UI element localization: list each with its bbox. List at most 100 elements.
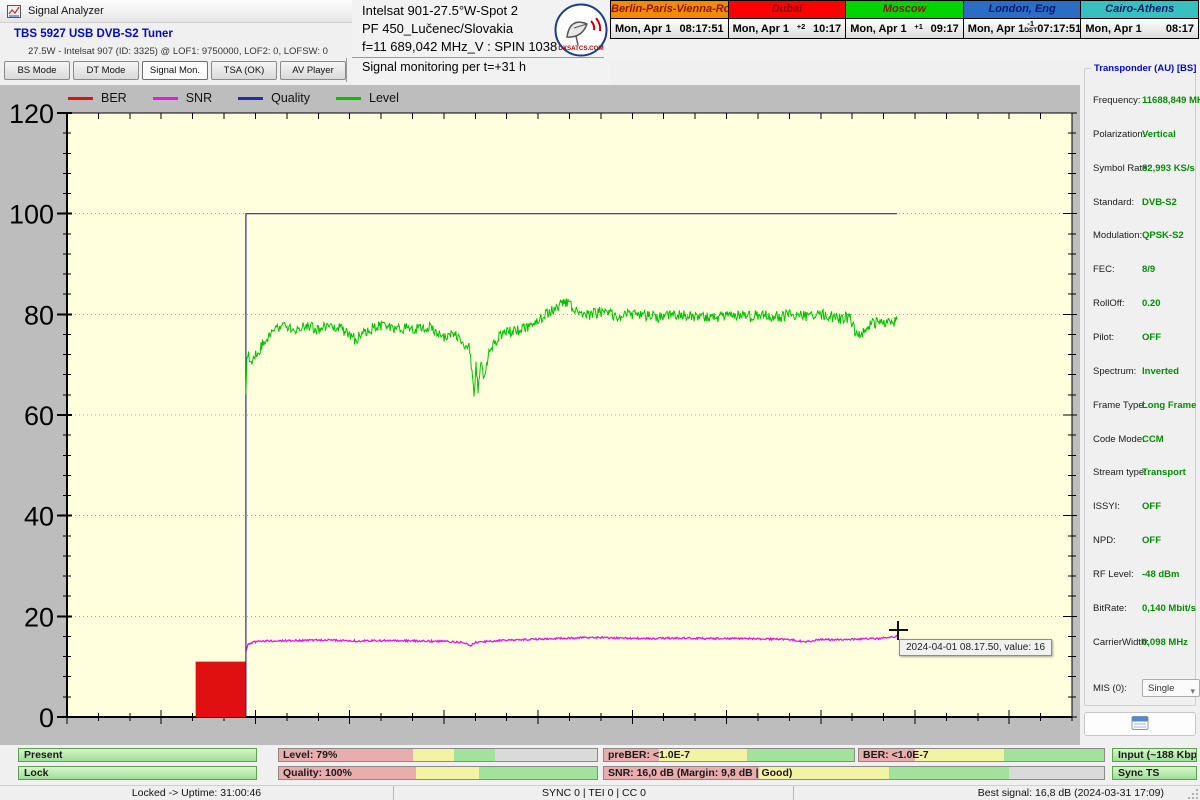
tuner-panel: TBS 5927 USB DVB-S2 Tuner 27.5W - Intels… — [0, 22, 352, 85]
field-label: ISSYI: — [1093, 501, 1120, 512]
app-icon — [7, 4, 22, 24]
svg-text:0: 0 — [39, 703, 54, 733]
clock-time: 08:17 — [1166, 23, 1194, 35]
transponder-field-rolloff: RollOff:0.20 — [1093, 298, 1193, 309]
clock-time: 10:17 — [813, 23, 841, 35]
transponder-field-frequency: Frequency:11688,849 MHz — [1093, 95, 1193, 106]
monitoring-caption: Signal monitoring per t=+31 h — [362, 60, 526, 74]
legend-item-ber: BER — [68, 91, 127, 105]
level-meter: Level: 79% — [278, 748, 598, 762]
clock-time: 09:17 — [931, 23, 959, 35]
transponder-field-symbol-rate: Symbol Rate:82,993 KS/s — [1093, 163, 1193, 174]
clock-date: Mon, Apr 1 — [615, 23, 671, 35]
site-name: PF 450_Lučenec/Slovakia — [362, 21, 513, 36]
transponder-field-stream-type: Stream type:Transport — [1093, 467, 1193, 478]
best-signal-status: Best signal: 16,8 dB (2024-03-31 17:09) — [793, 786, 1180, 800]
field-label: Stream type: — [1093, 467, 1147, 478]
meter-segment — [1004, 749, 1104, 761]
uptime-status: Locked -> Uptime: 31:00:46 — [0, 786, 393, 800]
preber-meter: preBER: <1.0E-7 — [603, 748, 855, 762]
clock-city: Cairo-Athens — [1081, 1, 1198, 19]
meter-segment — [747, 749, 855, 761]
sync-ts-indicator: Sync TS — [1112, 766, 1197, 780]
field-label: FEC: — [1093, 264, 1115, 275]
field-value: -48 dBm — [1142, 569, 1179, 580]
clock-time-row: Mon, Apr 1 08:17 — [1081, 19, 1198, 38]
transponder-field-standard: Standard: DVB-S2 — [1093, 197, 1193, 208]
clock-time-row: Mon, Apr 1-1DST07:17:51 — [964, 19, 1081, 38]
field-label: RF Level: — [1093, 569, 1134, 580]
transponder-field-code-mode: Code Mode:CCM — [1093, 434, 1193, 445]
transponder-groupbox: Transponder (AU) [BS] Frequency:11688,84… — [1084, 68, 1196, 706]
legend-label: BER — [101, 91, 127, 105]
transponder-field-modulation: Modulation:QPSK-S2 — [1093, 230, 1193, 241]
meter-segment — [889, 767, 1009, 779]
resize-grip[interactable] — [1187, 788, 1199, 800]
tab-tsa-ok[interactable]: TSA (OK) — [211, 61, 277, 80]
chart-legend: BER SNR Quality Level — [68, 90, 399, 106]
field-value: OFF — [1142, 501, 1161, 512]
field-label: Pilot: — [1093, 332, 1114, 343]
meter-segment — [479, 767, 597, 779]
field-value: OFF — [1142, 535, 1161, 546]
tab-bar: BS ModeDT ModeSignal Mon.TSA (OK)AV Play… — [4, 61, 346, 80]
clock-date: Mon, Apr 1 — [733, 23, 789, 35]
legend-label: Level — [369, 91, 399, 105]
clock-city: Berlin-Paris-Vienna-Roma — [611, 1, 728, 19]
field-label: Frame Type: — [1093, 400, 1146, 411]
field-label: Modulation: — [1093, 230, 1142, 241]
transponder-field-spectrum: Spectrum:Inverted — [1093, 366, 1193, 377]
snr-meter: SNR: 16,0 dB (Margin: 9,8 dB | Good) — [603, 766, 1105, 780]
mis-label: MIS (0): — [1093, 683, 1127, 694]
legend-swatch — [153, 97, 178, 100]
clock-time: 08:17:51 — [680, 23, 724, 35]
svg-text:80: 80 — [24, 300, 54, 330]
field-value: 8/9 — [1142, 264, 1155, 275]
mis-value: Single — [1148, 683, 1174, 694]
filler — [610, 39, 1200, 60]
legend-label: Quality — [271, 91, 310, 105]
field-label: Standard: — [1093, 197, 1134, 208]
meter-segment — [454, 749, 495, 761]
utc-offset: -1DST — [1024, 20, 1037, 34]
status-bar: Locked -> Uptime: 31:00:46 SYNC 0 | TEI … — [0, 785, 1200, 800]
clock-time-row: Mon, Apr 1+210:17 — [729, 19, 846, 38]
legend-label: SNR — [186, 91, 212, 105]
meter-segment — [413, 749, 454, 761]
field-value: DVB-S2 — [1142, 197, 1177, 208]
field-value: QPSK-S2 — [1142, 230, 1184, 241]
chevron-down-icon: ▾ — [1190, 683, 1195, 700]
transponder-title: Transponder (AU) [BS] — [1091, 63, 1199, 74]
transponder-field-carrierwidth: CarrierWidth:0,098 MHz — [1093, 637, 1193, 648]
tab-bs-mode[interactable]: BS Mode — [4, 61, 70, 80]
tuner-detail: 27.5W - Intelsat 907 (ID: 3325) @ LOF1: … — [28, 46, 328, 57]
crosshair-cursor — [889, 621, 908, 640]
mis-dropdown[interactable]: Single ▾ — [1142, 679, 1200, 697]
clock-city: London, Eng — [964, 1, 1081, 19]
legend-item-quality: Quality — [238, 91, 310, 105]
export-button[interactable] — [1084, 712, 1196, 736]
dxsatcs-logo: DXSATCS.COM — [554, 3, 608, 57]
field-value: Transport — [1142, 467, 1186, 478]
tab-signal-mon[interactable]: Signal Mon. — [142, 61, 208, 80]
logo-text: DXSATCS.COM — [558, 45, 603, 52]
ber-meter: BER: <1.0E-7 — [858, 748, 1105, 762]
sync-status: SYNC 0 | TEI 0 | CC 0 — [393, 786, 794, 800]
svg-text:40: 40 — [24, 502, 54, 532]
tab-dt-mode[interactable]: DT Mode — [73, 61, 139, 80]
field-value: Long Frame — [1142, 400, 1196, 411]
clock-cairo-athens: Cairo-Athens Mon, Apr 1 08:17 — [1080, 1, 1198, 38]
field-label: Polarization: — [1093, 129, 1145, 140]
clock-time-row: Mon, Apr 1 08:17:51 — [611, 19, 728, 38]
transponder-field-npd: NPD:OFF — [1093, 535, 1193, 546]
clock-date: Mon, Apr 1 — [1085, 23, 1141, 35]
legend-swatch — [238, 97, 263, 100]
clock-date: Mon, Apr 1 — [968, 23, 1024, 35]
meter-segment — [1009, 767, 1104, 779]
tab-av-player[interactable]: AV Player — [280, 61, 346, 80]
legend-item-snr: SNR — [153, 91, 212, 105]
svg-text:100: 100 — [9, 200, 54, 230]
legend-item-level: Level — [336, 91, 399, 105]
field-value: Inverted — [1142, 366, 1179, 377]
transponder-field-fec: FEC: 8/9 — [1093, 264, 1193, 275]
